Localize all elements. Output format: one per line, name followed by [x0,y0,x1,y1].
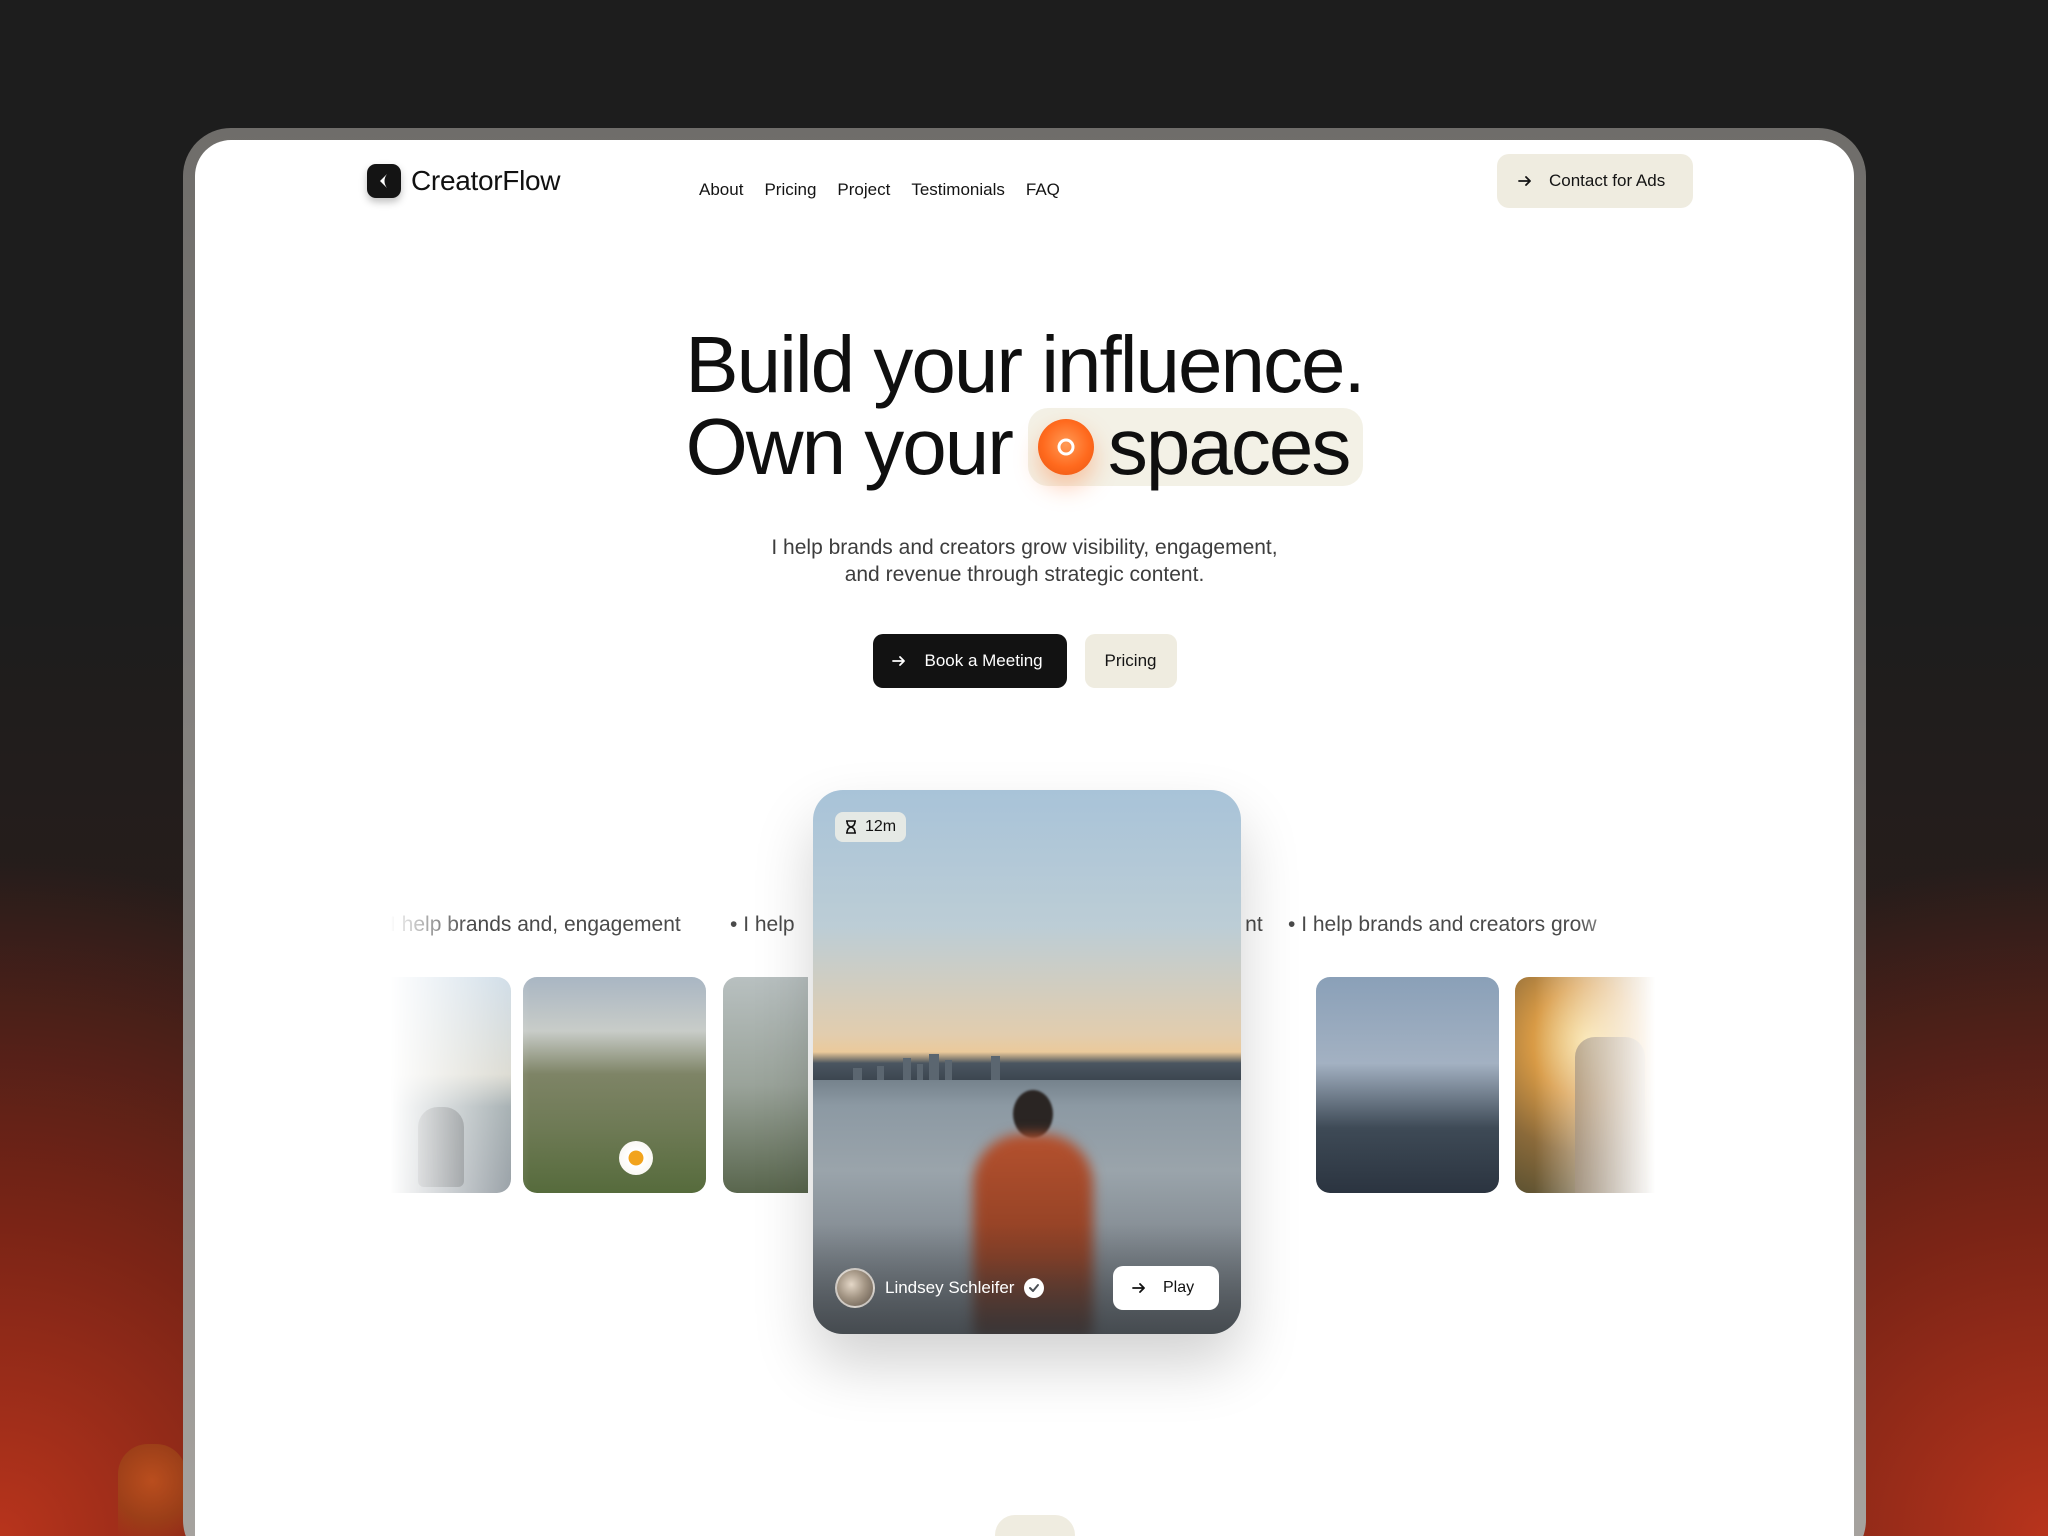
brand-logo[interactable]: CreatorFlow [367,164,560,198]
author-name: Lindsey Schleifer [885,1278,1015,1297]
nav-link-project[interactable]: Project [837,180,890,200]
avatar [835,1268,875,1308]
decorative-blob [118,1444,186,1536]
orange-orb-icon [1037,419,1094,475]
hourglass-icon [846,820,856,834]
hero-headline-line1: Build your influence. [685,320,1365,409]
brand-name: CreatorFlow [411,165,561,196]
duration-badge: 12m [835,812,907,842]
arrow-right-icon [891,656,905,666]
featured-video-card[interactable]: 12m Lindsey Schleifer Play [813,790,1241,1334]
hero-highlight-word: spaces [1107,402,1351,491]
top-nav: CreatorFlow About Pricing Project Testim… [195,140,1854,245]
book-meeting-button[interactable]: Book a Meeting [872,634,1067,688]
city-skyline [813,1052,1241,1080]
nav-link-faq[interactable]: FAQ [1026,180,1060,200]
duration-text: 12m [865,818,897,835]
hero-cta-row: Book a Meeting Pricing [195,634,1854,688]
pricing-button[interactable]: Pricing [1084,634,1177,688]
thumbnail-card[interactable] [1316,977,1499,1193]
device-frame: CreatorFlow About Pricing Project Testim… [183,128,1866,1536]
section-tag-pill [995,1515,1075,1536]
contact-button-label: Contact for Ads [1549,171,1666,190]
hero-subtitle-line2: and revenue through strategic content. [844,563,1205,586]
book-meeting-label: Book a Meeting [924,651,1043,670]
thumbnail-card[interactable] [328,977,511,1193]
hero-subtitle-line1: I help brands and creators grow visibili… [771,536,1278,559]
thumbnail-card[interactable] [1515,977,1698,1193]
hero-highlight-pill: spaces [1027,402,1364,491]
arrow-right-icon [1518,176,1531,186]
card-author[interactable]: Lindsey Schleifer [835,1268,1045,1308]
play-button[interactable]: Play [1113,1266,1219,1310]
nav-link-pricing[interactable]: Pricing [764,180,816,200]
nav-link-testimonials[interactable]: Testimonials [911,180,1005,200]
nav-links: About Pricing Project Testimonials FAQ [699,180,1060,200]
verified-check-icon [1024,1278,1045,1298]
hero-subtitle: I help brands and creators grow visibili… [195,534,1854,588]
thumbnail-card[interactable] [1712,977,1854,1193]
arrow-right-icon [1132,1283,1145,1293]
marquee-item: I help brands and, engagement [390,913,681,936]
marquee-item: • I help [730,913,795,936]
hero-headline-line2: Own your spaces [195,402,1854,492]
thumbnail-card[interactable] [523,977,706,1193]
nav-link-about[interactable]: About [699,180,743,200]
browser-screen: CreatorFlow About Pricing Project Testim… [195,140,1854,1536]
marquee-item: • I help brands and creators grow [1288,913,1597,936]
logo-mark-icon [367,164,401,198]
contact-for-ads-button[interactable]: Contact for Ads [1497,154,1693,208]
hero-line2-prefix: Own your [685,402,1014,491]
play-label: Play [1163,1279,1195,1296]
